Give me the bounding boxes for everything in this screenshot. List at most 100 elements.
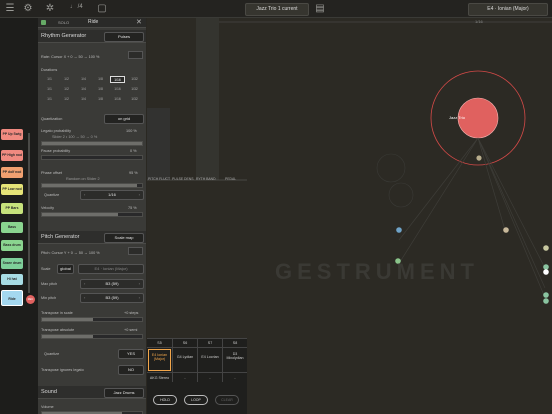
min-pitch-value: B3 (59) <box>105 295 119 300</box>
duration-cell[interactable]: 1/32 <box>127 76 142 83</box>
durations-grid: 1/1 1/2 1/4 1/8 1/16 1/32 1/1 1/2 1/4 1/… <box>42 76 146 106</box>
transport-label[interactable]: ♩ /4 <box>70 4 83 10</box>
transpose-abs-label: Transpose absolute <box>41 328 75 332</box>
transpose-abs-value: +0 semi <box>124 328 138 332</box>
scale-global-button[interactable]: global <box>57 264 74 274</box>
transpose-abs-slider[interactable] <box>41 334 143 339</box>
collapse-icon[interactable] <box>41 20 46 25</box>
scale-select[interactable]: E4 · Ionian (Major) <box>78 264 144 274</box>
duration-cell[interactable]: 1/2 <box>59 96 74 103</box>
solo-label[interactable]: SOLO <box>58 20 69 25</box>
duration-cell[interactable]: 1/8 <box>93 86 108 93</box>
rhythm-mode-button[interactable]: Pulses <box>104 32 144 42</box>
column-label-pedal: PEDAL <box>225 177 237 181</box>
slot-col[interactable]: S8 D3 Mixolydian - <box>222 339 247 382</box>
strip-button-1[interactable]: PP Up Swig <box>1 129 23 140</box>
legato-value: 100 % <box>126 129 137 133</box>
stop-icon[interactable]: ▢ <box>96 3 108 15</box>
slot-sound: AKG Stereo <box>147 372 172 382</box>
duration-cell[interactable]: 1/2 <box>59 86 74 93</box>
sound-select[interactable]: Jazz Drums <box>104 388 144 398</box>
pause-label: Pause probability <box>41 149 71 153</box>
velocity-slider[interactable] <box>41 212 143 217</box>
max-pitch-label: Max pitch <box>41 282 58 286</box>
rhythm-formula: Rate: Cursor X + 0 → 50 → 100 % <box>41 55 100 59</box>
slot-col[interactable]: S5 E4 Ionian (Major) AKG Stereo <box>147 339 172 382</box>
hold-button[interactable]: HOLD <box>153 395 177 405</box>
curve-icon[interactable] <box>128 247 143 255</box>
strip-button-3[interactable]: PP dolf nod <box>1 167 23 178</box>
strip-button-4[interactable]: PP Low nod <box>1 184 23 195</box>
duration-cell[interactable]: 1/1 <box>42 96 57 103</box>
pitch-title: Pitch Generator <box>41 234 80 240</box>
record-button[interactable]: REC <box>26 295 35 304</box>
scale-label: Scale <box>41 267 51 271</box>
duration-cell[interactable]: 1/1 <box>42 86 57 93</box>
strip-button-7[interactable]: Bass drum <box>1 240 23 251</box>
strip-button-ride[interactable]: Ride <box>1 290 23 306</box>
duration-cell[interactable]: 1/32 <box>127 96 142 103</box>
duration-cell[interactable]: 1/32 <box>127 86 142 93</box>
pitch-header: Pitch Generator Scale map <box>38 231 146 244</box>
ignore-legato-toggle[interactable]: NO <box>118 365 144 375</box>
quantization-button[interactable]: on grid <box>104 114 144 124</box>
column-label-pulse-dens: PULSE DENS <box>172 177 194 181</box>
dot <box>503 227 509 233</box>
node-label[interactable]: Jazz Trio <box>436 115 478 120</box>
quantize-label: Quantize <box>44 193 60 197</box>
top-marker-label: 1/16 <box>475 19 483 24</box>
loop-button[interactable]: LOOP <box>184 395 208 405</box>
slot-sound: - <box>223 372 247 382</box>
pitch-mode-button[interactable]: Scale map <box>104 233 144 243</box>
legato-slider[interactable] <box>41 141 143 146</box>
min-pitch-stepper[interactable]: ‹ B3 (59) › <box>80 293 144 303</box>
dot <box>476 155 482 161</box>
strip-button-2[interactable]: PP High nod <box>1 150 23 161</box>
strip-button-9[interactable]: Hi hat <box>1 274 23 285</box>
quantize-stepper[interactable]: ‹ 1/16 › <box>80 190 144 200</box>
global-scale[interactable]: E4 · Ionian (Major) <box>468 3 548 16</box>
pause-slider[interactable] <box>41 155 143 160</box>
phase-slider[interactable] <box>41 183 143 188</box>
ignore-legato-label: Transpose ignores legato <box>41 368 84 372</box>
duration-cell[interactable]: 1/4 <box>76 86 91 93</box>
transpose-scale-slider[interactable] <box>41 317 143 322</box>
slot-name: G4 Lydian <box>176 355 194 359</box>
duration-cell[interactable]: 1/8 <box>93 76 108 83</box>
duration-cell[interactable]: 1/1 <box>42 76 57 83</box>
slot-col[interactable]: S6 G4 Lydian - <box>172 339 197 382</box>
strip-button-6[interactable]: Bass <box>1 222 23 233</box>
duration-cell[interactable]: 1/4 <box>76 96 91 103</box>
duration-cell[interactable]: 1/4 <box>76 76 91 83</box>
settings-icon[interactable]: ⚙ <box>22 3 34 15</box>
slot-sound: - <box>198 372 222 382</box>
phase-sub: Random on Slider 2 <box>66 177 100 181</box>
slot-name: E4 Ionian (Major) <box>148 349 171 371</box>
duration-cell-selected[interactable]: 1/16 <box>110 76 125 83</box>
slot-head: S5 <box>147 339 172 348</box>
pitch-quantize-label: Quantize <box>44 352 60 356</box>
transpose-scale-label: Transpose in scale <box>41 311 73 315</box>
duration-cell[interactable]: 1/2 <box>59 76 74 83</box>
slot-col[interactable]: S7 E4 Locrian - <box>197 339 222 382</box>
save-icon[interactable]: ▤ <box>314 3 326 15</box>
preset-name[interactable]: Jazz Trio 1 current <box>245 3 309 16</box>
clear-button[interactable]: CLEAR <box>215 395 239 405</box>
duration-cell[interactable]: 1/8 <box>93 96 108 103</box>
gear-icon[interactable]: ✲ <box>44 3 56 15</box>
menu-icon[interactable]: ☰ <box>4 3 16 15</box>
curve-icon[interactable] <box>128 51 143 59</box>
watermark: GESTRUMENT <box>275 259 479 284</box>
legato-sub: Slider 2 • 100 → 50 → 0 % <box>52 135 98 139</box>
duration-cell[interactable]: 1/16 <box>110 96 125 103</box>
strip-button-5[interactable]: PP Bars <box>1 203 23 214</box>
slot-sound: - <box>173 372 197 382</box>
dot <box>543 292 549 298</box>
strip-button-8[interactable]: Snare drum <box>1 258 23 269</box>
max-pitch-stepper[interactable]: ‹ B3 (59) › <box>80 279 144 289</box>
panel-titlebar: SOLO Ride ✕ <box>38 18 146 28</box>
rhythm-header: Rhythm Generator Pulses <box>38 30 146 43</box>
close-icon[interactable]: ✕ <box>136 18 142 26</box>
pitch-quantize-toggle[interactable]: YES <box>118 349 144 359</box>
duration-cell[interactable]: 1/16 <box>110 86 125 93</box>
